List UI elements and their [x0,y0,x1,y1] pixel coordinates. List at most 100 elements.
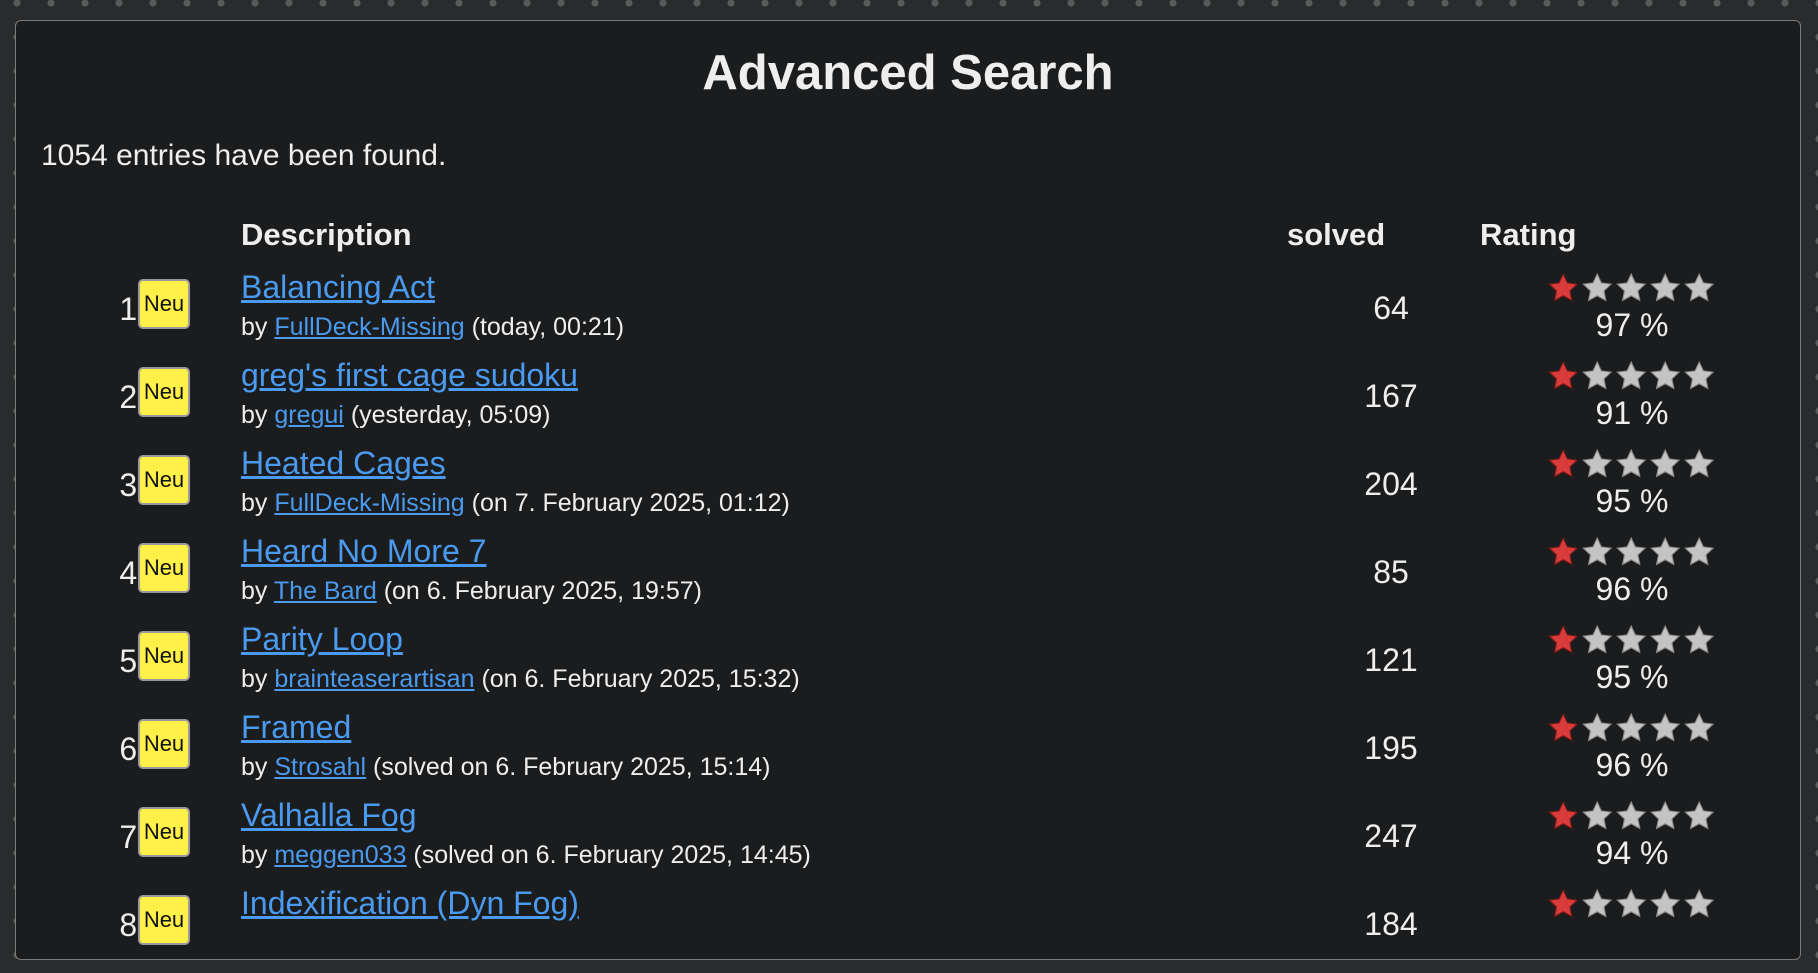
rating-percent: 97 % [1595,307,1669,343]
star-icon [1582,888,1613,918]
solved-count: 167 [1364,378,1418,414]
puzzle-title-link[interactable]: Heard No More 7 [241,533,486,570]
byline-prefix: by [241,313,268,341]
page-title: Advanced Search [702,46,1114,100]
new-badge-icon: Neu [138,807,190,857]
star-icon [1582,712,1613,742]
star-icon [1684,448,1715,478]
star-icon [1548,448,1579,478]
solved-count: 184 [1364,906,1418,942]
column-header-rating: Rating [1480,217,1577,252]
rating-stars [1548,712,1715,742]
solved-count: 85 [1373,554,1409,590]
star-icon [1684,360,1715,390]
rating-percent: 91 % [1595,395,1669,431]
star-icon [1548,800,1579,830]
author-link[interactable]: FullDeck-Missing [274,313,464,341]
puzzle-title-link[interactable]: Heated Cages [241,445,446,482]
solved-count: 195 [1364,730,1418,766]
timestamp: (solved on 6. February 2025, 14:45) [413,841,811,869]
author-link[interactable]: brainteaserartisan [274,665,474,693]
star-icon [1582,272,1613,302]
byline-prefix: by [241,753,268,781]
solved-count: 121 [1364,642,1418,678]
column-header-solved: solved [1287,217,1386,252]
star-icon [1616,448,1647,478]
star-icon [1582,800,1613,830]
star-icon [1582,536,1613,566]
rating-percent: 95 % [1595,483,1669,519]
rating-stars [1548,360,1715,390]
rating-stars [1548,800,1715,830]
author-link[interactable]: gregui [274,401,344,429]
puzzle-title-link[interactable]: Balancing Act [241,269,435,306]
byline-prefix: by [241,841,268,869]
puzzle-title-link[interactable]: greg's first cage sudoku [241,357,578,394]
star-icon [1684,536,1715,566]
rating-percent: 96 % [1595,747,1669,783]
results-count: 1054 entries have been found. [41,139,447,172]
star-icon [1616,712,1647,742]
solved-count: 64 [1373,290,1409,326]
star-icon [1684,888,1715,918]
author-link[interactable]: FullDeck-Missing [274,489,464,517]
timestamp: (solved on 6. February 2025, 15:14) [373,753,771,781]
rating-stars [1548,624,1715,654]
star-icon [1616,272,1647,302]
star-icon [1582,448,1613,478]
puzzle-title-link[interactable]: Valhalla Fog [241,797,417,834]
rating-stars [1548,536,1715,566]
star-icon [1582,624,1613,654]
star-icon [1548,712,1579,742]
byline: by meggen033 (solved on 6. February 2025… [241,841,811,870]
solved-count: 204 [1364,466,1418,502]
star-icon [1684,800,1715,830]
new-badge-icon: Neu [138,367,190,417]
star-icon [1548,624,1579,654]
byline-prefix: by [241,577,268,605]
table-row: 1. Neu Balancing Act by FullDeck-Missing (t… [16,269,1802,357]
author-link[interactable]: The Bard [274,577,377,605]
rating-percent: 94 % [1595,835,1669,871]
new-badge-icon: Neu [138,631,190,681]
table-row: 8. Neu Indexification (Dyn Fog) 184 [16,885,1802,973]
new-badge-icon: Neu [138,279,190,329]
author-link[interactable]: meggen033 [274,841,406,869]
star-icon [1616,800,1647,830]
rating-percent: 96 % [1595,571,1669,607]
rating-percent: 95 % [1595,659,1669,695]
new-badge-icon: Neu [138,719,190,769]
star-icon [1548,360,1579,390]
column-header-description: Description [241,217,412,252]
table-row: 2. Neu greg's first cage sudoku by gregui (… [16,357,1802,445]
star-icon [1684,712,1715,742]
puzzle-title-link[interactable]: Indexification (Dyn Fog) [241,885,579,922]
star-icon [1684,272,1715,302]
table-row: 3. Neu Heated Cages by FullDeck-Missing (on… [16,445,1802,533]
star-icon [1548,536,1579,566]
byline: by gregui (yesterday, 05:09) [241,401,550,430]
star-icon [1616,360,1647,390]
timestamp: (on 7. February 2025, 01:12) [471,489,790,517]
star-icon [1650,448,1681,478]
table-row: 5. Neu Parity Loop by brainteaserartisan (o… [16,621,1802,709]
timestamp: (today, 00:21) [471,313,625,341]
puzzle-title-link[interactable]: Parity Loop [241,621,403,658]
byline-prefix: by [241,489,268,517]
byline-prefix: by [241,401,268,429]
star-icon [1548,272,1579,302]
byline: by FullDeck-Missing (today, 00:21) [241,313,624,342]
search-results-panel: Advanced Search 1054 entries have been f… [15,20,1801,960]
byline: by brainteaserartisan (on 6. February 20… [241,665,800,694]
star-icon [1650,624,1681,654]
star-icon [1650,272,1681,302]
star-icon [1616,888,1647,918]
star-icon [1616,624,1647,654]
star-icon [1650,800,1681,830]
byline: by The Bard (on 6. February 2025, 19:57) [241,577,702,606]
star-icon [1650,712,1681,742]
new-badge-icon: Neu [138,543,190,593]
author-link[interactable]: Strosahl [274,753,366,781]
star-icon [1650,360,1681,390]
puzzle-title-link[interactable]: Framed [241,709,351,746]
